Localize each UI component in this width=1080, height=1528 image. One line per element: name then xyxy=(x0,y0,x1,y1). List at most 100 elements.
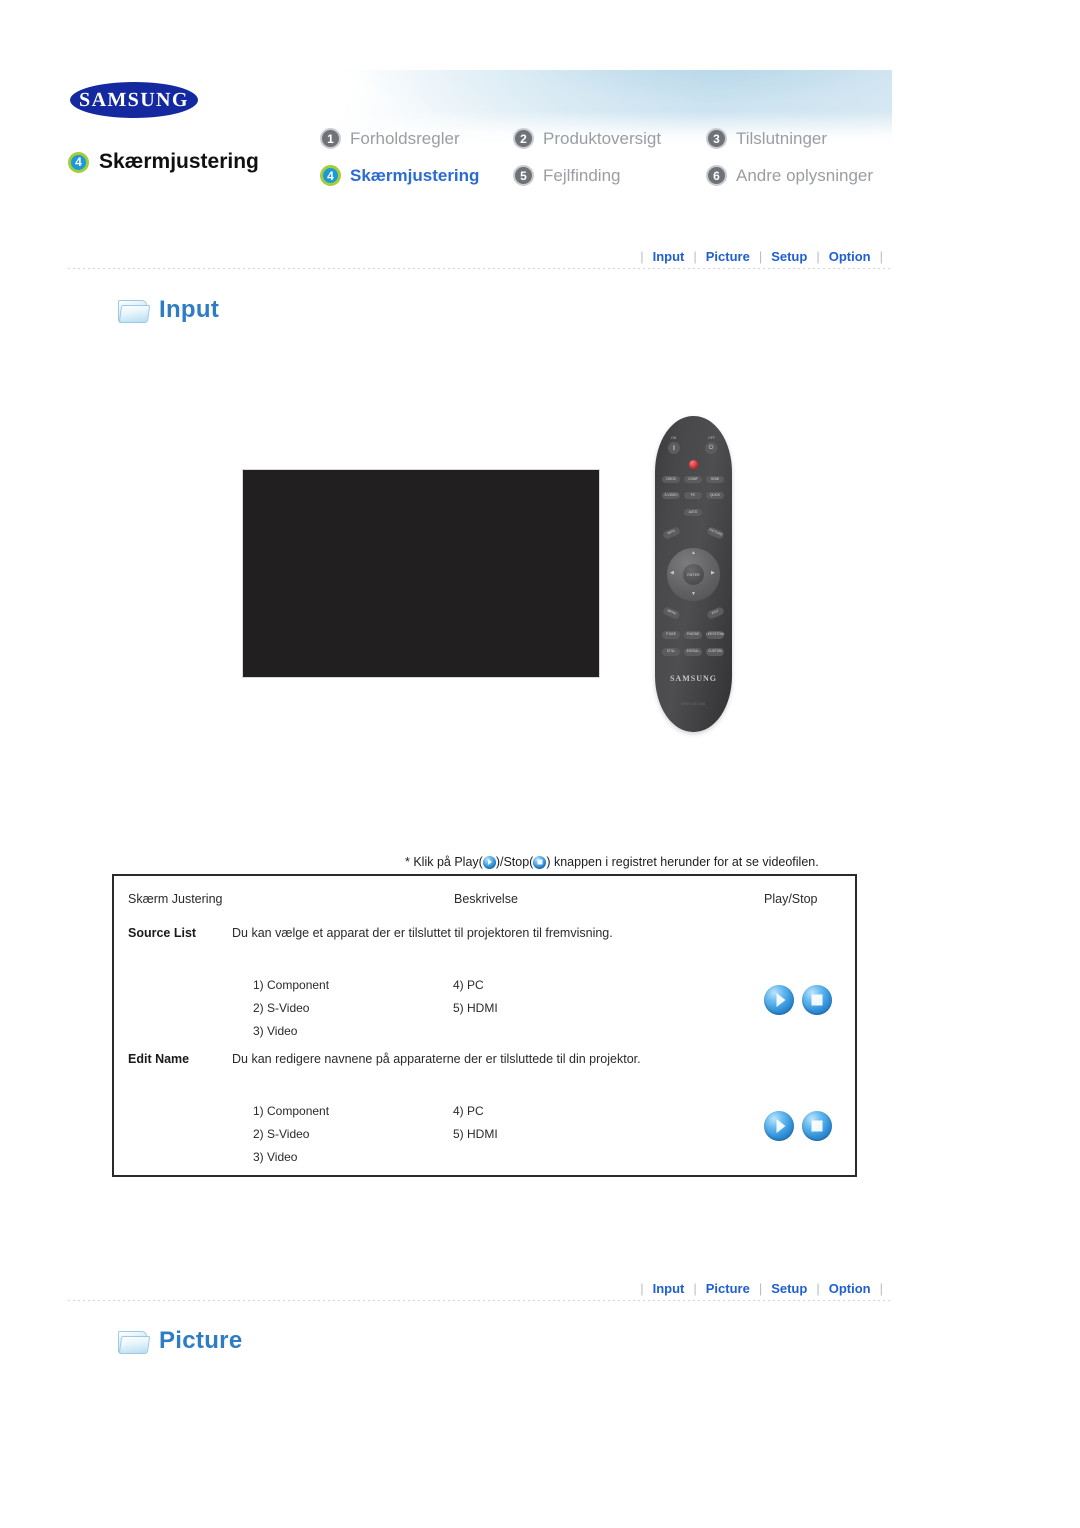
samsung-logo: SAMSUNG xyxy=(69,82,199,118)
dpad-right-icon: ▶ xyxy=(711,570,715,576)
video-instruction-caption: * Klik på Play( )/Stop( ) knappen i regi… xyxy=(405,855,819,869)
nav-item-forholdsregler[interactable]: 1 Forholdsregler xyxy=(320,128,513,149)
option-item: 1) Component xyxy=(253,1104,330,1118)
remote-power-off-button: ⏻ xyxy=(705,442,717,454)
tab-separator: | xyxy=(879,249,883,264)
tab-option-top[interactable]: Option xyxy=(829,249,871,264)
nav-label-tilslutninger: Tilslutninger xyxy=(736,128,828,148)
tab-input-top[interactable]: Input xyxy=(653,249,685,264)
folder-icon xyxy=(117,1329,151,1354)
row-description-edit-name: Du kan redigere navnene på apparaterne d… xyxy=(232,1052,641,1066)
nav-badge-3-icon: 3 xyxy=(706,128,727,149)
remote-button-pmode: P.MODE xyxy=(684,631,702,639)
tab-picture-top[interactable]: Picture xyxy=(706,249,750,264)
dpad-left-icon: ◀ xyxy=(670,570,674,576)
stop-button[interactable] xyxy=(802,1111,832,1141)
option-item: 5) HDMI xyxy=(453,1001,498,1015)
page-badge-icon: 4 xyxy=(68,151,89,173)
option-item: 4) PC xyxy=(453,1104,484,1118)
option-item: 2) S-Video xyxy=(253,1001,310,1015)
tab-setup-bottom[interactable]: Setup xyxy=(771,1281,807,1296)
remote-brand-label: SAMSUNG xyxy=(669,674,717,683)
row-description-source-list: Du kan vælge et apparat der er tilslutte… xyxy=(232,926,613,940)
nav-label-forholdsregler: Forholdsregler xyxy=(350,128,460,148)
tab-option-bottom[interactable]: Option xyxy=(829,1281,871,1296)
section-heading-input: Input xyxy=(117,296,219,324)
table-header-row: Skærm Justering Beskrivelse Play/Stop xyxy=(114,876,855,922)
remote-button-hdmi: HDMI xyxy=(706,476,724,483)
remote-button-cmos: CMOS xyxy=(662,476,680,483)
option-item: 3) Video xyxy=(253,1150,298,1164)
option-item: 5) HDMI xyxy=(453,1127,498,1141)
option-item: 2) S-Video xyxy=(253,1127,310,1141)
play-button[interactable] xyxy=(764,985,794,1015)
screen-adjustment-table: Skærm Justering Beskrivelse Play/Stop So… xyxy=(112,874,857,1177)
row-name-source-list: Source List xyxy=(128,926,197,940)
page-title: 4 Skærmjustering xyxy=(68,150,259,174)
play-button[interactable] xyxy=(764,1111,794,1141)
remote-button-custom: CUSTOM xyxy=(706,648,724,656)
remote-model-label: BP59-00144A xyxy=(681,702,706,706)
remote-button-quick: QUICK xyxy=(706,492,724,499)
table-col-header-name: Skærm Justering xyxy=(128,892,223,906)
nav-label-skaermjustering: Skærmjustering xyxy=(350,165,480,185)
remote-button-svideo: S-VIDEO xyxy=(662,492,680,499)
nav-badge-5-icon: 5 xyxy=(513,165,534,186)
tab-separator: | xyxy=(879,1281,883,1296)
nav-item-fejlfinding[interactable]: 5 Fejlfinding xyxy=(513,165,706,186)
section-heading-picture: Picture xyxy=(117,1327,242,1355)
divider-bottom xyxy=(68,1300,892,1301)
option-item: 1) Component xyxy=(253,978,330,992)
nav-item-skaermjustering[interactable]: 4 Skærmjustering xyxy=(320,165,513,186)
remote-control-image: ON OFF ❙ ⏻ CMOS COMP HDMI S-VIDEO PC QUI… xyxy=(655,416,732,732)
remote-button-exit: EXIT xyxy=(706,606,725,620)
remote-button-picture: PICTURE xyxy=(706,526,725,540)
tab-setup-top[interactable]: Setup xyxy=(771,249,807,264)
remote-power-on-button: ❙ xyxy=(668,442,680,454)
remote-dpad: ▲ ▼ ◀ ▶ ENTER xyxy=(667,548,720,601)
nav-item-produktoversigt[interactable]: 2 Produktoversigt xyxy=(513,128,706,149)
caption-suffix: ) knappen i registret herunder for at se… xyxy=(546,855,819,869)
tab-separator: | xyxy=(640,249,644,264)
tab-picture-bottom[interactable]: Picture xyxy=(706,1281,750,1296)
tab-separator: | xyxy=(816,1281,820,1296)
remote-button-still: STILL xyxy=(662,648,680,656)
remote-button-menu: MENU xyxy=(662,606,681,620)
remote-button-comp: COMP xyxy=(684,476,702,483)
caption-middle: )/Stop( xyxy=(495,855,534,869)
nav-label-andre-oplysninger: Andre oplysninger xyxy=(736,165,874,185)
nav-item-andre-oplysninger[interactable]: 6 Andre oplysninger xyxy=(706,165,892,186)
remote-button-auto: AUTO xyxy=(684,509,702,516)
table-col-header-description: Beskrivelse xyxy=(454,892,518,906)
tab-separator: | xyxy=(816,249,820,264)
tab-input-bottom[interactable]: Input xyxy=(653,1281,685,1296)
tabbar-top: | Input | Picture | Setup | Option | xyxy=(631,249,892,264)
caption-prefix: * Klik på Play( xyxy=(405,855,483,869)
tab-separator: | xyxy=(758,249,763,264)
remote-button-vkeystone: V.KEYSTONE xyxy=(706,631,724,639)
table-col-header-playstop: Play/Stop xyxy=(764,892,818,906)
page-header: SAMSUNG 4 Skærmjustering 1 Forholdsregle… xyxy=(68,70,892,192)
page-title-label: Skærmjustering xyxy=(99,150,259,173)
header-nav: 1 Forholdsregler 2 Produktoversigt 3 Til… xyxy=(320,120,892,194)
remote-label-on: ON xyxy=(671,436,677,440)
tab-separator: | xyxy=(693,249,697,264)
divider-top xyxy=(68,268,892,269)
stop-button[interactable] xyxy=(802,985,832,1015)
stop-orb-icon xyxy=(533,855,547,869)
nav-item-tilslutninger[interactable]: 3 Tilslutninger xyxy=(706,128,892,149)
video-player-area[interactable] xyxy=(242,469,600,678)
tabbar-bottom: | Input | Picture | Setup | Option | xyxy=(631,1281,892,1296)
option-item: 3) Video xyxy=(253,1024,298,1038)
playstop-cell-edit-name xyxy=(764,1111,832,1141)
play-orb-icon xyxy=(482,855,496,869)
table-row: Edit Name Du kan redigere navnene på app… xyxy=(114,1051,855,1176)
remote-button-pc: PC xyxy=(684,492,702,499)
remote-button-install: INSTALL xyxy=(684,648,702,656)
row-name-edit-name: Edit Name xyxy=(128,1052,190,1066)
remote-label-off: OFF xyxy=(708,436,716,440)
playstop-cell-source-list xyxy=(764,985,832,1015)
remote-button-psize: P.SIZE xyxy=(662,631,680,639)
option-item: 4) PC xyxy=(453,978,484,992)
nav-badge-4-icon: 4 xyxy=(320,165,341,186)
